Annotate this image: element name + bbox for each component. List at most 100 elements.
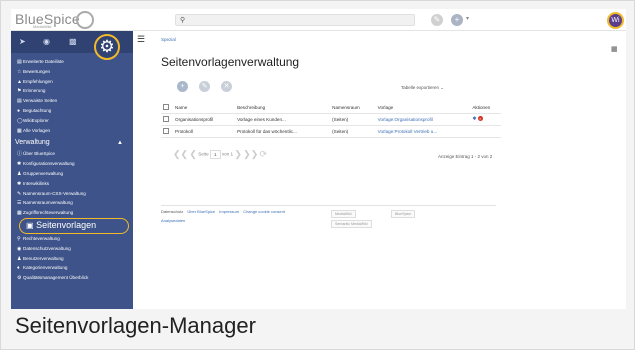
sidebar-item[interactable]: ⓘÜber BlueSpice — [11, 149, 133, 159]
select-all-checkbox[interactable] — [163, 104, 169, 111]
table-row[interactable]: Protokoll Protokoll für das wöchentlic..… — [161, 125, 501, 138]
chevron-up-icon[interactable]: ▲ — [117, 135, 123, 151]
footer-link-imprint[interactable]: Impressum — [219, 209, 239, 214]
edit-button[interactable]: ✎ — [199, 81, 210, 92]
template-icon: ▣ — [26, 220, 34, 230]
sidebar-item-label: Bewertungen — [23, 68, 51, 74]
sidebar-item-label: Konfigurationsverwaltung — [23, 161, 75, 167]
sidebar-item[interactable]: ▦Alle Vorlagen — [11, 126, 133, 136]
search-icon: ⚲ — [180, 17, 186, 24]
cell-actions: ✱ × — [470, 113, 501, 126]
edit-icon[interactable]: ✎ — [431, 14, 443, 26]
sidebar-item[interactable]: ▲Empfehlungen — [11, 77, 133, 87]
sidebar-item-active[interactable]: ▣ Seitenvorlagen — [11, 217, 133, 234]
sidebar-item-label: Kategorienverwaltung — [23, 265, 68, 271]
sidebar-item-label: Rechteverwaltung — [23, 235, 60, 241]
page-title: Seitenvorlagenverwaltung — [161, 55, 300, 69]
sidebar-item-label: Zugriffsrechteverwaltung — [23, 210, 74, 216]
trash-icon[interactable]: ▩ — [69, 37, 77, 46]
smw-badge[interactable]: Semantic MediaWiki — [331, 220, 372, 228]
table-row[interactable]: Organisationsprofil Vorlage eines Kunden… — [161, 113, 501, 126]
top-bar: BlueSpice MediaWiki ⚲ ✎ + ▾ Wi — [11, 9, 626, 31]
column-header[interactable]: Vorlage — [375, 103, 471, 114]
row-select-cell[interactable] — [161, 113, 173, 126]
column-header[interactable]: Namensraum — [330, 103, 376, 114]
sidebar-item-label: Namensraumverwaltung — [23, 200, 73, 206]
delete-icon[interactable]: × — [477, 116, 483, 121]
wrench-icon[interactable]: ✱ — [472, 116, 476, 122]
sidebar-section-title[interactable]: Verwaltung ▲ — [11, 135, 133, 149]
sidebar-item[interactable]: ♦ Kategorienverwaltung — [11, 263, 133, 273]
sidebar-item[interactable]: ▦Zugriffsrechteverwaltung — [11, 208, 133, 218]
footer-link-about[interactable]: Über BlueSpice — [187, 209, 215, 214]
table-header-row: Name Beschreibung Namensraum Vorlage Akt… — [161, 103, 501, 114]
page-input[interactable]: 1 — [209, 150, 221, 159]
column-header[interactable]: Name — [173, 103, 236, 114]
sidebar-item[interactable]: ✱ Konfigurationsverwaltung — [11, 159, 133, 169]
mediawiki-badge[interactable]: MediaWiki — [331, 210, 356, 218]
add-icon[interactable]: + — [451, 14, 463, 26]
active-highlight[interactable]: ▣ Seitenvorlagen — [19, 217, 129, 234]
sidebar-item[interactable]: ✎ Namensraum-CSS-Verwaltung — [11, 189, 133, 199]
add-button[interactable]: + — [177, 81, 188, 92]
delete-button[interactable]: ✕ — [221, 81, 232, 92]
sidebar-item[interactable]: ♟ Benutzerverwaltung — [11, 254, 133, 264]
search-input[interactable]: ⚲ — [175, 14, 415, 26]
cell-description: Vorlage eines Kunden... — [235, 113, 331, 126]
select-all-cell[interactable] — [161, 103, 173, 114]
sidebar-item[interactable]: ☰ Namensraumverwaltung — [11, 198, 133, 208]
sidebar-item[interactable]: ✱ Interwikilinks — [11, 179, 133, 189]
sidebar-item[interactable]: ◉ Datenschutzverwaltung — [11, 244, 133, 254]
export-button[interactable]: Tabelle exportieren ⌄ — [401, 85, 444, 91]
apps-grid-icon[interactable]: ▦ — [611, 45, 618, 53]
row-select-cell[interactable] — [161, 125, 173, 138]
footer-link-privacy[interactable]: Datenschutz — [161, 209, 183, 214]
sidebar-item[interactable]: ● Begutachtung — [11, 106, 133, 116]
sidebar-item-label: Datenschutzverwaltung — [23, 245, 71, 251]
screenshot-frame: BlueSpice MediaWiki ⚲ ✎ + ▾ Wi ➤ ◉ ▩ ⚙ ▤… — [0, 0, 635, 350]
sidebar-item-label: Erinnerung — [23, 88, 46, 94]
menu-icon[interactable]: ☰ — [137, 34, 145, 45]
sidebar-item[interactable]: ⚑ Erinnerung — [11, 86, 133, 96]
logo-subtitle: MediaWiki — [33, 24, 52, 29]
sidebar-item[interactable]: ⚙ Qualitätsmanagement Überblick — [11, 273, 133, 283]
cell-namespace: (Seiten) — [330, 113, 376, 126]
next-page-icon[interactable]: ❯ — [234, 149, 242, 159]
sidebar-list: ▤Erweiterte Dateiliste ☆ Bewertungen ▲Emp… — [11, 57, 133, 283]
section-label: Verwaltung — [15, 139, 50, 147]
cell-template-link[interactable]: Vorlage:Organisationsprofil — [375, 113, 471, 126]
sidebar-item[interactable]: ⚲ Rechteverwaltung — [11, 234, 133, 244]
sidebar-item-label: Qualitätsmanagement Überblick — [23, 275, 89, 281]
footer-links: Datenschutz Über BlueSpice Impressum Cha… — [161, 209, 288, 214]
cell-name: Protokoll — [173, 125, 236, 138]
sidebar-item-label: Verwaiste Seiten — [23, 98, 58, 104]
column-header[interactable]: Aktionen — [470, 103, 501, 114]
sidebar-item[interactable]: ◯WikiExplorer — [11, 116, 133, 126]
pin-icon[interactable]: ➤ — [19, 37, 26, 46]
sidebar-item-label: WikiExplorer — [23, 117, 49, 123]
row-checkbox[interactable] — [163, 115, 169, 122]
chevron-down-icon[interactable]: ▾ — [466, 15, 469, 22]
cell-description: Protokoll für das wöchentlic... — [235, 125, 331, 138]
sidebar-item[interactable]: ♟ Gruppenverwaltung — [11, 169, 133, 179]
globe-icon[interactable]: ◉ — [43, 37, 50, 46]
first-page-icon[interactable]: ❮❮ — [173, 149, 188, 159]
breadcrumb[interactable]: Spezial — [161, 37, 176, 42]
footer-link-cookie[interactable]: Change cookie consent — [243, 209, 285, 214]
row-checkbox[interactable] — [163, 127, 169, 134]
footer-link-analytics[interactable]: Analysedaten — [161, 218, 185, 223]
cell-name: Organisationsprofil — [173, 113, 236, 126]
last-page-icon[interactable]: ❯❯ — [243, 149, 258, 159]
cell-template-link[interactable]: Vorlage:Protokoll Vertrieb u... — [375, 125, 471, 138]
sidebar-item-label: Benutzerverwaltung — [23, 255, 64, 261]
sidebar-item[interactable]: ▤Erweiterte Dateiliste — [11, 57, 133, 67]
bluespice-badge[interactable]: BlueSpice — [391, 210, 416, 218]
prev-page-icon[interactable]: ❮ — [189, 149, 197, 159]
sidebar-item[interactable]: ▤Verwaiste Seiten — [11, 96, 133, 106]
sidebar-item[interactable]: ☆ Bewertungen — [11, 67, 133, 77]
sidebar-item-label: Alle Vorlagen — [23, 127, 51, 133]
refresh-icon[interactable]: ⟳ — [260, 149, 268, 159]
column-header[interactable]: Beschreibung — [235, 103, 331, 114]
page-label: Seite — [198, 151, 209, 157]
avatar[interactable]: Wi — [607, 12, 624, 29]
